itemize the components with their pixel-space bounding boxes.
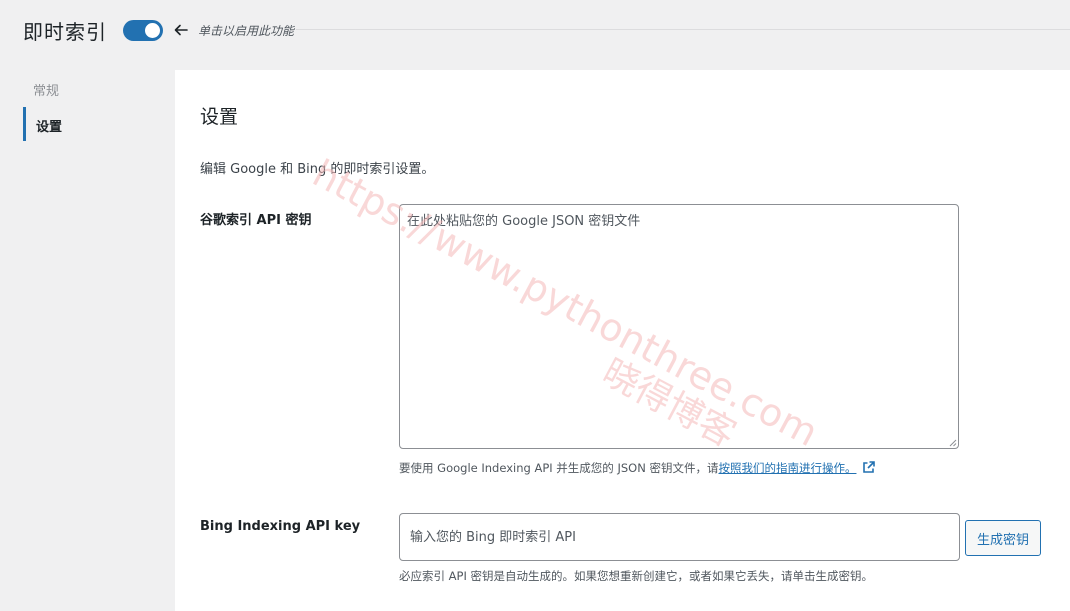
bing-api-key-input[interactable]	[399, 513, 960, 561]
arrow-left-icon	[174, 24, 188, 36]
external-link-icon[interactable]	[862, 461, 876, 474]
sidebar-heading: 常规	[33, 84, 60, 99]
page-header: 即时索引 单击以启用此功能	[0, 0, 1070, 62]
toggle-hint: 单击以启用此功能	[198, 24, 295, 38]
google-json-key-textarea[interactable]	[399, 204, 959, 449]
sidebar-item-settings[interactable]: 设置	[23, 107, 163, 141]
google-key-label: 谷歌索引 API 密钥	[200, 213, 312, 228]
enable-toggle[interactable]	[123, 20, 163, 41]
google-help-text: 要使用 Google Indexing API 并生成您的 JSON 密钥文件，…	[399, 460, 876, 476]
section-title: 设置	[200, 106, 239, 128]
google-help-prefix: 要使用 Google Indexing API 并生成您的 JSON 密钥文件，…	[399, 461, 719, 475]
section-description: 编辑 Google 和 Bing 的即时索引设置。	[200, 162, 435, 177]
bing-help-text: 必应索引 API 密钥是自动生成的。如果您想重新创建它，或者如果它丢失，请单击生…	[399, 569, 873, 583]
toggle-knob	[145, 23, 160, 38]
page: 即时索引 单击以启用此功能 常规 设置 设置 编辑 Google 和 Bing …	[0, 0, 1070, 611]
settings-panel: 设置 编辑 Google 和 Bing 的即时索引设置。 谷歌索引 API 密钥…	[175, 70, 1070, 611]
bing-key-label: Bing Indexing API key	[200, 519, 361, 534]
page-title: 即时索引	[23, 20, 107, 44]
guide-link[interactable]: 按照我们的指南进行操作。	[718, 461, 856, 475]
header-divider	[296, 29, 1070, 30]
resize-handle-icon[interactable]	[949, 439, 957, 447]
generate-key-button[interactable]: 生成密钥	[965, 520, 1041, 556]
sidebar-item-label: 设置	[36, 120, 63, 135]
